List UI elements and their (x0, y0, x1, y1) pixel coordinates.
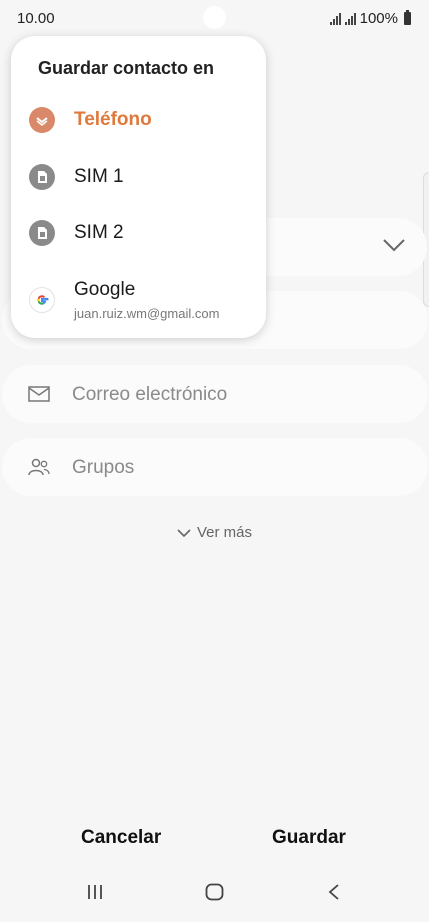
sim-card-icon (29, 220, 55, 246)
save-contact-popup: Guardar contacto en Teléfono SIM 1 SIM 2… (11, 36, 266, 338)
storage-option-label: Teléfono (74, 109, 152, 130)
cancel-button[interactable]: Cancelar (81, 827, 161, 849)
storage-option-label: Google (74, 279, 136, 300)
groups-field[interactable]: Grupos (2, 438, 428, 496)
email-field[interactable]: Correo electrónico (2, 365, 428, 423)
see-more-button[interactable]: Ver más (0, 524, 429, 541)
status-icons: 100% (329, 10, 411, 27)
status-bar: 10.00 100% (0, 0, 429, 36)
storage-option-label: SIM 1 (74, 166, 124, 187)
storage-option-sim2[interactable]: SIM 2 (11, 207, 266, 259)
mail-icon (28, 386, 50, 402)
save-button[interactable]: Guardar (272, 827, 346, 849)
chevron-down-icon (177, 528, 191, 537)
google-account-email: juan.ruiz.wm@gmail.com (74, 306, 220, 321)
storage-option-google[interactable]: Google juan.ruiz.wm@gmail.com (11, 264, 266, 326)
phone-storage-icon (29, 107, 55, 133)
battery-level: 100% (359, 10, 398, 27)
recent-apps-icon[interactable] (86, 883, 104, 901)
storage-option-sim1[interactable]: SIM 1 (11, 151, 266, 203)
storage-option-label: SIM 2 (74, 222, 124, 243)
back-icon[interactable] (327, 883, 341, 901)
home-icon[interactable] (205, 883, 224, 901)
screen: 10.00 100% Correo electrónico Grupos Ver… (0, 0, 429, 922)
email-label: Correo electrónico (72, 384, 228, 405)
status-time: 10.00 (17, 10, 55, 27)
popup-title: Guardar contacto en (38, 58, 215, 78)
signal-icon (344, 12, 356, 25)
storage-option-phone[interactable]: Teléfono (11, 94, 266, 146)
groups-icon (28, 458, 50, 476)
signal-icon (329, 12, 341, 25)
battery-icon (404, 10, 411, 25)
see-more-label: Ver más (196, 524, 253, 541)
google-icon (29, 287, 55, 313)
camera-cutout (203, 6, 226, 29)
sim-card-icon (29, 164, 55, 190)
chevron-down-icon[interactable] (382, 237, 406, 253)
groups-label: Grupos (72, 457, 135, 478)
